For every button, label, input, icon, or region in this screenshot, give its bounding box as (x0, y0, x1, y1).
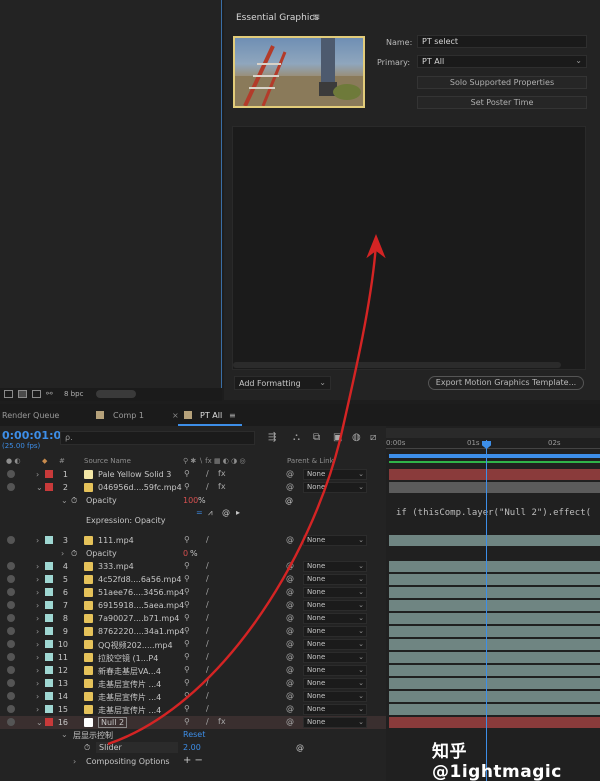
annotation-arrow (107, 233, 386, 746)
app-root: ⚯ 8 bpc Essential Graphics ≡ Name: PT se… (0, 0, 600, 781)
watermark: 知乎 @1ightmagic (432, 742, 562, 781)
